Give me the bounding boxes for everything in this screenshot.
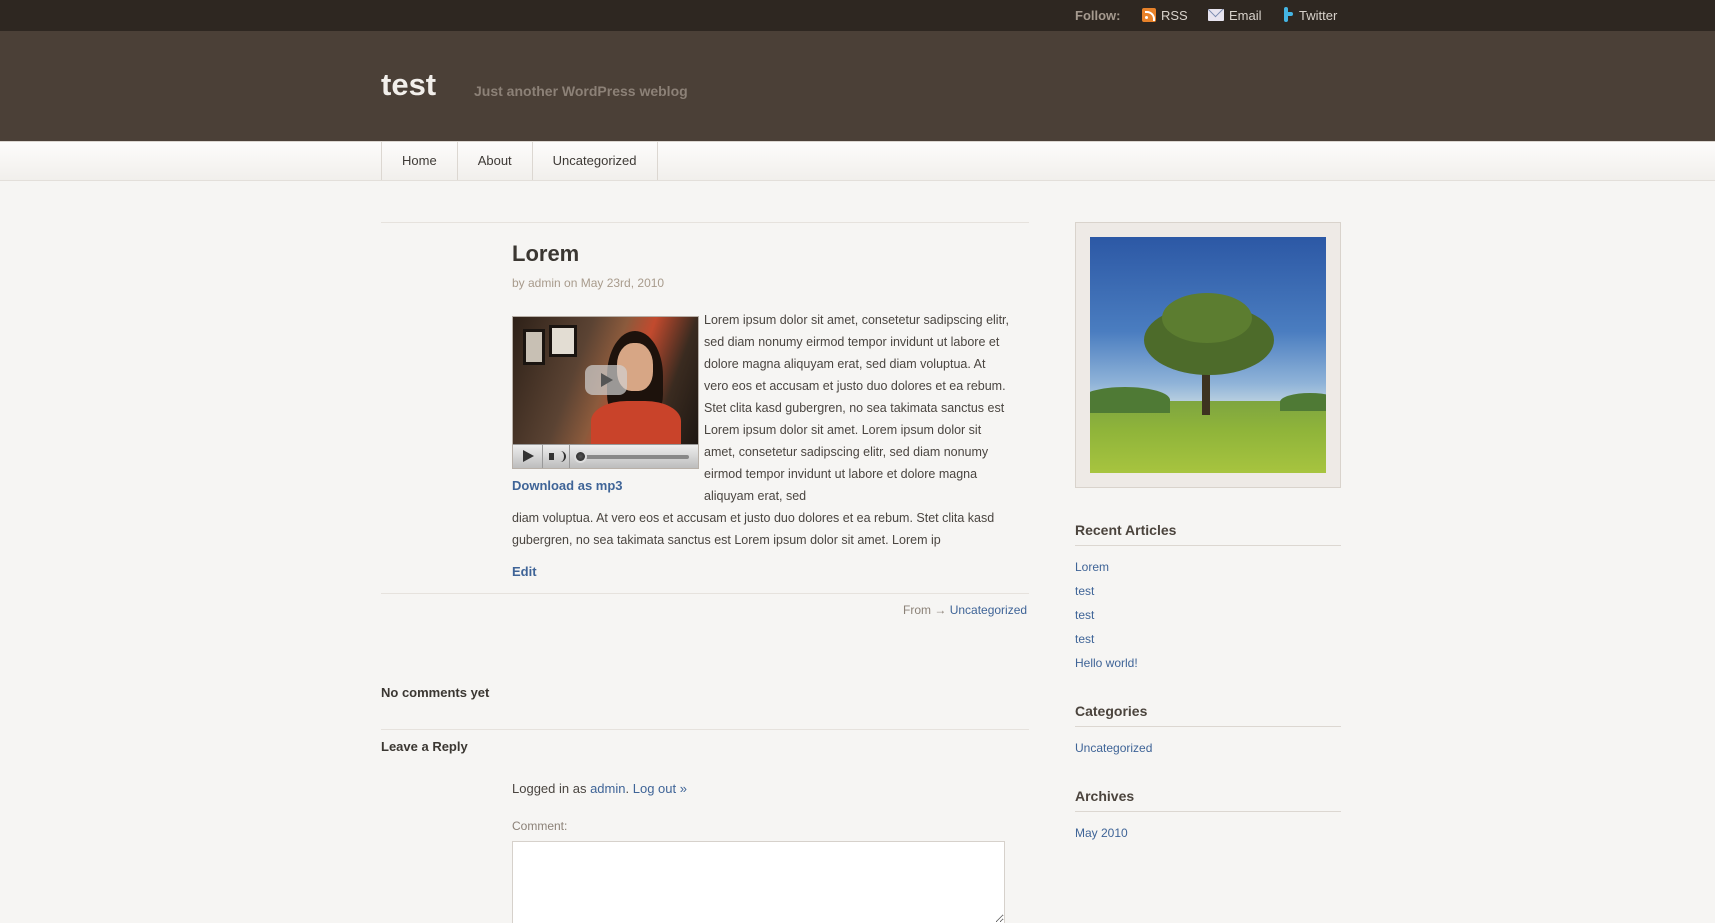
twitter-link[interactable]: Twitter — [1282, 6, 1337, 24]
post-top-rule — [381, 222, 1029, 223]
email-label: Email — [1229, 7, 1262, 23]
logout-link[interactable]: Log out » — [633, 781, 687, 796]
rss-link[interactable]: RSS — [1142, 6, 1188, 24]
nav-item-uncategorized[interactable]: Uncategorized — [533, 142, 658, 180]
logged-in-line: Logged in as admin. Log out » — [512, 781, 687, 796]
user-link[interactable]: admin — [590, 781, 625, 796]
media-player[interactable] — [512, 316, 699, 469]
email-link[interactable]: Email — [1208, 6, 1262, 24]
comments-count: No comments yet — [381, 685, 490, 700]
performer-shirt — [591, 401, 681, 444]
archive-link[interactable]: May 2010 — [1075, 826, 1128, 840]
widget-rule — [1075, 811, 1341, 812]
twitter-label: Twitter — [1299, 7, 1338, 23]
recent-article-link[interactable]: test — [1075, 584, 1094, 598]
recent-article-link[interactable]: Lorem — [1075, 560, 1109, 574]
recent-article-link[interactable]: test — [1075, 608, 1094, 622]
wall-picture — [549, 325, 577, 357]
seek-track[interactable] — [577, 455, 689, 459]
sidebar-image-frame — [1075, 222, 1341, 488]
site-header: test Just another WordPress weblog — [0, 31, 1715, 141]
comment-label: Comment: — [512, 819, 568, 833]
download-mp3-link[interactable]: Download as mp3 — [512, 478, 623, 493]
nav-item-about[interactable]: About — [458, 142, 533, 180]
post-title[interactable]: Lorem — [512, 241, 579, 267]
top-bar: Follow: RSS Email Twitter — [0, 0, 1715, 31]
play-button[interactable] — [513, 445, 543, 468]
site-title[interactable]: test — [381, 67, 436, 103]
tree-photo — [1090, 237, 1326, 473]
logged-in-prefix: Logged in as — [512, 781, 587, 796]
twitter-icon — [1282, 7, 1294, 23]
post-footer-rule — [381, 593, 1029, 594]
reply-rule — [381, 729, 1029, 730]
post-body-continued: diam voluptua. At vero eos et accusam et… — [512, 511, 995, 547]
recent-articles-title: Recent Articles — [1075, 522, 1177, 538]
follow-label: Follow: — [1075, 8, 1121, 23]
photo-hill — [1090, 387, 1170, 413]
seek-handle[interactable] — [574, 450, 587, 463]
volume-icon[interactable] — [544, 445, 570, 468]
category-link[interactable]: Uncategorized — [950, 603, 1027, 617]
leave-reply-heading: Leave a Reply — [381, 739, 468, 754]
email-icon — [1208, 9, 1224, 21]
video-play-icon[interactable] — [585, 365, 627, 395]
main-nav: Home About Uncategorized — [0, 141, 1715, 181]
rss-icon — [1142, 8, 1156, 22]
post-body-wrapped: Lorem ipsum dolor sit amet, consetetur s… — [704, 313, 1009, 503]
photo-hill — [1280, 393, 1326, 411]
wall-picture — [523, 329, 545, 365]
post-category: From → Uncategorized — [903, 603, 1027, 617]
edit-post-link[interactable]: Edit — [512, 564, 537, 579]
rss-label: RSS — [1161, 7, 1188, 23]
comment-textarea[interactable] — [512, 841, 1005, 923]
post-meta: by admin on May 23rd, 2010 — [512, 276, 665, 290]
recent-article-link[interactable]: Hello world! — [1075, 656, 1138, 670]
site-tagline: Just another WordPress weblog — [474, 83, 688, 99]
recent-article-link[interactable]: test — [1075, 632, 1094, 646]
widget-rule — [1075, 545, 1341, 546]
category-widget-link[interactable]: Uncategorized — [1075, 741, 1152, 755]
archives-title: Archives — [1075, 788, 1135, 804]
from-label: From → — [903, 603, 947, 617]
categories-title: Categories — [1075, 703, 1148, 719]
photo-tree-crown — [1162, 293, 1252, 343]
video-thumbnail[interactable] — [513, 317, 698, 444]
player-controls — [513, 444, 698, 468]
widget-rule — [1075, 726, 1341, 727]
nav-item-home[interactable]: Home — [382, 142, 458, 180]
